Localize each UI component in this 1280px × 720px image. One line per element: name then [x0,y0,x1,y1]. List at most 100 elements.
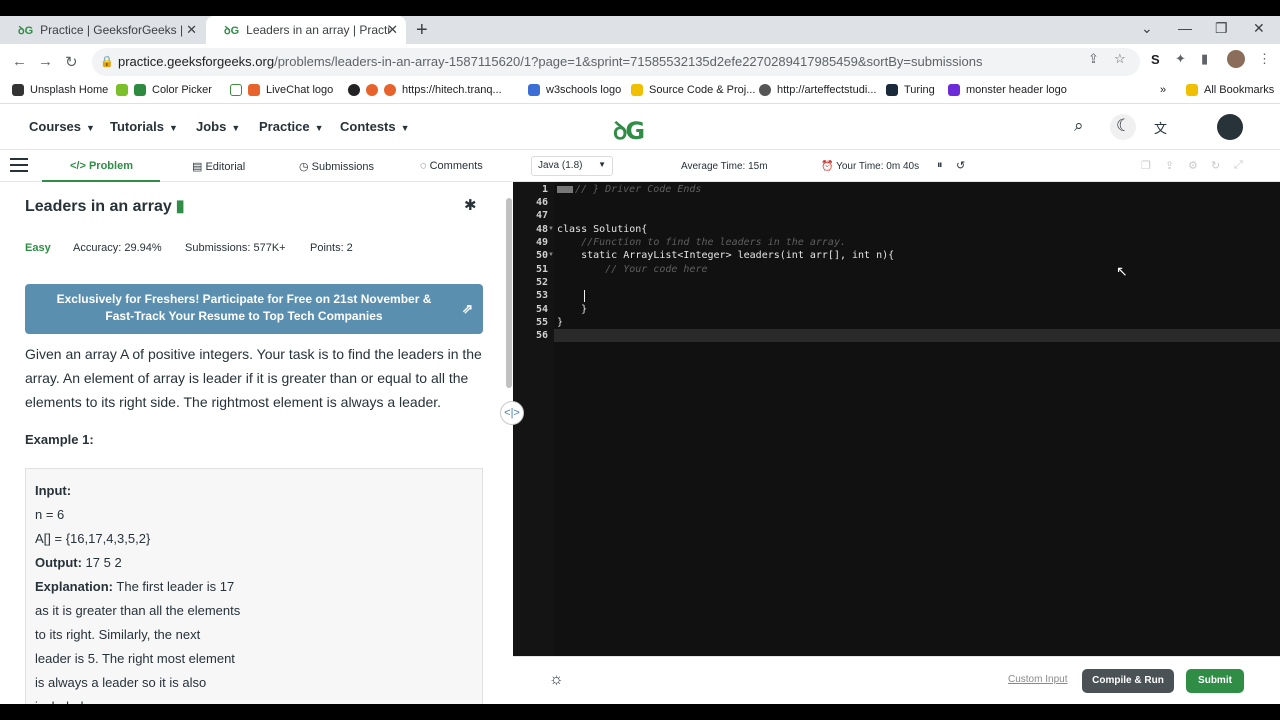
code-editor[interactable]: // } Driver Code Ends class Solution{ //… [554,182,1280,656]
compile-run-button[interactable]: Compile & Run [1082,669,1174,693]
tab-submissions[interactable]: ◷ Submissions [299,160,374,173]
code-line: // Your code here [557,264,708,275]
alarm-clock-icon: ⏰ [821,161,834,172]
nav-jobs[interactable]: Jobs ▼ [196,119,240,134]
example-array: A[] = {16,17,4,3,5,2} [35,531,151,546]
submissions-count: Submissions: 577K+ [185,242,286,254]
tab-comments[interactable]: ◌ Comments [420,160,483,172]
language-select[interactable]: Java (1.8) ▼ [531,156,613,176]
browser-toolbar: ← → ↻ 🔒 practice.geeksforgeeks.org/probl… [0,44,1280,80]
url-host: practice.geeksforgeeks.org [118,54,275,69]
bookmark-item[interactable]: LiveChat logo [230,84,333,96]
promo-banner[interactable]: Exclusively for Freshers! Participate fo… [25,284,483,334]
side-panel-icon[interactable]: ▮ [1201,51,1208,67]
bookmark-item[interactable]: Turing [886,84,935,96]
problem-title: Leaders in an array ▮ [25,198,185,215]
screen: ꝺG Practice | GeeksforGeeks | A com ✕ ꝺG… [0,0,1280,720]
pause-timer-icon[interactable]: ⏸ [937,159,943,172]
profile-avatar[interactable] [1227,50,1245,68]
extensions-puzzle-icon[interactable]: ✦ [1175,51,1186,67]
new-tab-icon[interactable]: + [416,19,428,42]
accuracy: Accuracy: 29.94% [73,242,162,254]
bookmark-item[interactable]: https://hitech.tranq... [348,84,502,96]
unsplash-icon [12,84,24,96]
lightbulb-icon[interactable]: ☼ [549,671,564,689]
chevron-down-icon: ▼ [314,123,324,133]
translate-icon[interactable]: 文 [1154,118,1167,137]
share-icon[interactable]: ⇪ [1088,51,1099,67]
tab-editorial[interactable]: ▤ Editorial [192,160,245,173]
average-time: Average Time: 15m [681,161,768,172]
chevron-down-icon: ▼ [231,123,241,133]
more-bookmarks-icon[interactable]: » [1160,84,1166,96]
bookmark-item[interactable]: monster header logo [948,84,1067,96]
editor-toolbar: Java (1.8) ▼ Average Time: 15m ⏰ Your Tim… [513,150,1280,182]
line-number: 52 [535,277,548,288]
site-info-icon[interactable]: 🔒 [100,48,114,76]
restore-icon[interactable]: ❐ [1215,20,1228,37]
submit-button[interactable]: Submit [1186,669,1244,693]
close-tab-icon[interactable]: ✕ [387,22,398,38]
problem-scrollbar[interactable] [506,198,512,388]
hamburger-menu-icon[interactable] [10,158,28,176]
address-bar[interactable]: 🔒 practice.geeksforgeeks.org/problems/le… [92,48,1140,76]
bookmark-star-icon[interactable]: ☆ [1114,51,1126,67]
line-number: 49 [535,237,548,248]
w3-icon [116,84,128,96]
close-tab-icon[interactable]: ✕ [186,22,197,38]
tab-search-icon[interactable]: ⌄ [1141,20,1153,37]
bookmark-item[interactable]: Source Code & Proj... [631,84,755,96]
back-icon[interactable]: ← [12,53,27,70]
menu-kebab-icon[interactable]: ⋮ [1258,51,1271,67]
explanation-line: to its right. Similarly, the next [35,627,201,642]
bookmark-item[interactable]: Unsplash Home [12,84,108,96]
upload-icon[interactable]: ⇪ [1165,159,1174,172]
forward-icon[interactable]: → [38,53,53,70]
bookmarks-bar: Unsplash Home Color Picker LiveChat logo… [0,80,1280,104]
bookmark-item[interactable]: Color Picker [116,84,212,96]
explanation-line: is always a leader so it is also [35,675,207,690]
browser-tab-practice[interactable]: ꝺG Practice | GeeksforGeeks | A com ✕ [0,16,205,44]
folder-icon [1186,84,1198,96]
nav-tutorials[interactable]: Tutorials ▼ [110,119,178,134]
refresh-icon[interactable]: ↻ [1211,159,1220,172]
search-icon[interactable]: ⌕ [1074,116,1084,136]
pane-resize-handle[interactable]: <|> [500,401,524,425]
nav-contests[interactable]: Contests ▼ [340,119,410,134]
tab-title: Practice | GeeksforGeeks | A com [40,23,185,37]
settings-gear-icon[interactable]: ⚙ [1188,159,1198,172]
reload-icon[interactable]: ↻ [65,53,78,71]
source-code-icon [631,84,643,96]
copy-icon[interactable]: ❐ [1141,159,1151,172]
text-cursor [584,290,585,302]
turing-icon [886,84,898,96]
folded-code-marker[interactable] [557,185,573,193]
reset-timer-icon[interactable]: ↺ [956,159,965,172]
tab-strip: ꝺG Practice | GeeksforGeeks | A com ✕ ꝺG… [0,16,1280,44]
nav-practice[interactable]: Practice ▼ [259,119,324,134]
bookmark-item[interactable]: w3schools logo [528,84,621,96]
url-path: /problems/leaders-in-an-array-1587115620… [274,54,983,69]
monster-icon [948,84,960,96]
redirect-icon [366,84,378,96]
tab-problem[interactable]: </> Problem [70,160,133,172]
custom-input-link[interactable]: Custom Input [1008,674,1067,685]
gfg-logo[interactable]: ꝺG [613,114,645,147]
code-line: } [557,317,564,328]
report-bug-icon[interactable]: ✱ [464,196,477,214]
bookmark-icon[interactable]: ▮ [176,198,185,215]
user-avatar-icon[interactable] [1217,114,1243,140]
close-window-icon[interactable]: ✕ [1253,20,1265,37]
problem-pane: </> Problem ▤ Editorial ◷ Submissions ◌ … [0,150,512,704]
all-bookmarks-folder[interactable]: All Bookmarks [1186,84,1274,96]
explanation-label: Explanation: [35,579,114,594]
w3schools-icon [528,84,540,96]
explanation-line: leader is 5. The right most element [35,651,235,666]
extension-s-icon[interactable]: S [1151,52,1160,67]
minimize-icon[interactable]: — [1178,20,1192,36]
browser-tab-leaders[interactable]: ꝺG Leaders in an array | Practice | G ✕ [206,16,406,44]
bookmark-item[interactable]: http://arteffectstudi... [759,84,876,96]
fullscreen-icon[interactable]: ⤢ [1234,159,1243,172]
editor-pane: Java (1.8) ▼ Average Time: 15m ⏰ Your Tim… [513,150,1280,704]
nav-courses[interactable]: Courses ▼ [29,119,95,134]
